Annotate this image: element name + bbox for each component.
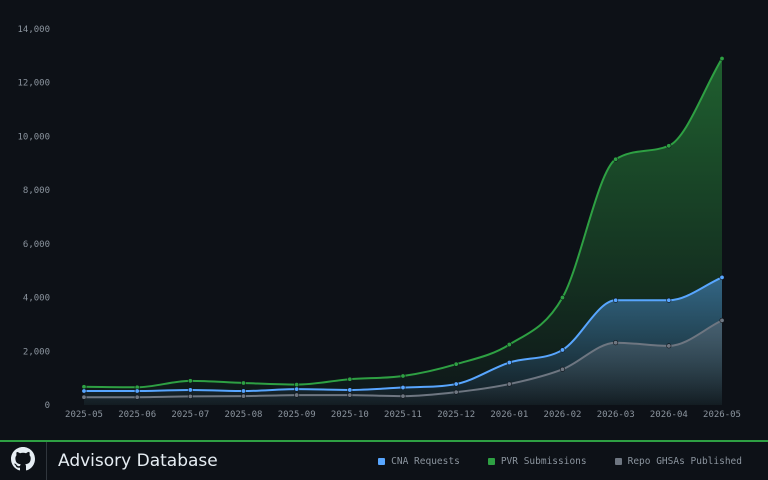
legend-swatch: [378, 457, 386, 465]
pvr-submissions-point[interactable]: [241, 380, 247, 386]
series-areas: [84, 58, 722, 406]
legend-label: PVR Submissions: [500, 455, 587, 467]
x-axis: 2025-05 2025-06 2025-07 2025-08 2025-09 2025-…: [65, 410, 741, 420]
cna-requests-point[interactable]: [187, 387, 193, 393]
repo-ghsas-published-point[interactable]: [187, 393, 193, 399]
cna-requests-point[interactable]: [241, 388, 247, 394]
x-tick-label: 2025-11: [384, 410, 422, 420]
repo-ghsas-published-point[interactable]: [400, 393, 406, 399]
pvr-submissions-point[interactable]: [347, 376, 353, 382]
pvr-submissions-point[interactable]: [719, 56, 725, 62]
pvr-submissions-point[interactable]: [453, 361, 459, 367]
repo-ghsas-published-point[interactable]: [347, 392, 353, 398]
legend: CNA Requests PVR Submissions Repo GHSAs …: [378, 442, 742, 480]
cna-requests-point[interactable]: [559, 347, 565, 353]
cna-requests-point[interactable]: [294, 386, 300, 392]
x-tick-label: 2025-06: [118, 410, 156, 420]
pvr-submissions-point[interactable]: [666, 143, 672, 149]
repo-ghsas-published-point[interactable]: [294, 392, 300, 398]
cna-requests-point[interactable]: [134, 388, 140, 394]
repo-ghsas-published-point[interactable]: [666, 343, 672, 349]
pvr-submissions-point[interactable]: [81, 384, 87, 390]
x-tick-label: 2025-12: [437, 410, 475, 420]
legend-label: CNA Requests: [391, 455, 460, 467]
repo-ghsas-published-point[interactable]: [81, 394, 87, 400]
x-tick-label: 2026-04: [650, 410, 688, 420]
repo-ghsas-published-point[interactable]: [453, 389, 459, 395]
pvr-submissions-point[interactable]: [400, 373, 406, 379]
y-tick-label: 8,000: [23, 186, 50, 196]
pvr-submissions-point[interactable]: [294, 382, 300, 388]
legend-swatch: [614, 457, 622, 465]
pvr-submissions-point[interactable]: [506, 342, 512, 348]
cna-requests-point[interactable]: [613, 297, 619, 303]
y-tick-label: 6,000: [23, 240, 50, 250]
x-tick-label: 2025-08: [225, 410, 263, 420]
cna-requests-point[interactable]: [666, 297, 672, 303]
cna-requests-point[interactable]: [347, 387, 353, 393]
cna-requests-point[interactable]: [81, 388, 87, 394]
x-tick-label: 2026-03: [597, 410, 635, 420]
repo-ghsas-published-point[interactable]: [506, 381, 512, 387]
pvr-submissions-point[interactable]: [559, 295, 565, 301]
x-tick-label: 2025-05: [65, 410, 103, 420]
y-tick-label: 14,000: [17, 25, 50, 35]
y-tick-label: 12,000: [17, 79, 50, 89]
legend-item-repo-ghsa[interactable]: Repo GHSAs Published: [614, 455, 742, 467]
area-chart: 02,0004,0006,0008,00010,00012,00014,000 …: [17, 25, 741, 420]
pvr-submissions-point[interactable]: [613, 156, 619, 162]
footer-bar: Advisory Database CNA Requests PVR Submi…: [0, 440, 768, 480]
repo-ghsas-published-point[interactable]: [134, 394, 140, 400]
repo-ghsas-published-point[interactable]: [613, 340, 619, 346]
repo-ghsas-published-point[interactable]: [559, 366, 565, 372]
x-tick-label: 2026-01: [490, 410, 528, 420]
cna-requests-point[interactable]: [506, 360, 512, 366]
legend-item-cna[interactable]: CNA Requests: [378, 456, 460, 467]
repo-ghsas-published-point[interactable]: [719, 317, 725, 323]
x-tick-label: 2026-02: [544, 410, 582, 420]
legend-swatch: [487, 457, 495, 465]
x-tick-label: 2025-10: [331, 410, 369, 420]
y-tick-label: 2,000: [23, 347, 50, 357]
page-title: Advisory Database: [58, 451, 218, 471]
x-tick-label: 2025-07: [171, 410, 209, 420]
legend-item-pvr[interactable]: PVR Submissions: [487, 455, 587, 467]
x-tick-label: 2025-09: [278, 410, 316, 420]
pvr-submissions-point[interactable]: [187, 378, 193, 384]
repo-ghsas-published-point[interactable]: [241, 393, 247, 399]
cna-requests-point[interactable]: [400, 385, 406, 391]
y-tick-label: 10,000: [17, 132, 50, 142]
cna-requests-point[interactable]: [453, 381, 459, 387]
y-tick-label: 4,000: [23, 294, 50, 304]
y-tick-label: 0: [45, 401, 50, 411]
github-icon: [11, 447, 35, 475]
x-tick-label: 2026-05: [703, 410, 741, 420]
github-logo[interactable]: [0, 442, 47, 480]
cna-requests-point[interactable]: [719, 274, 725, 280]
legend-label: Repo GHSAs Published: [627, 455, 742, 467]
y-axis: 0 2,000 4,000 6,000 8,000 10,000 12,000 14,000: [17, 25, 50, 411]
